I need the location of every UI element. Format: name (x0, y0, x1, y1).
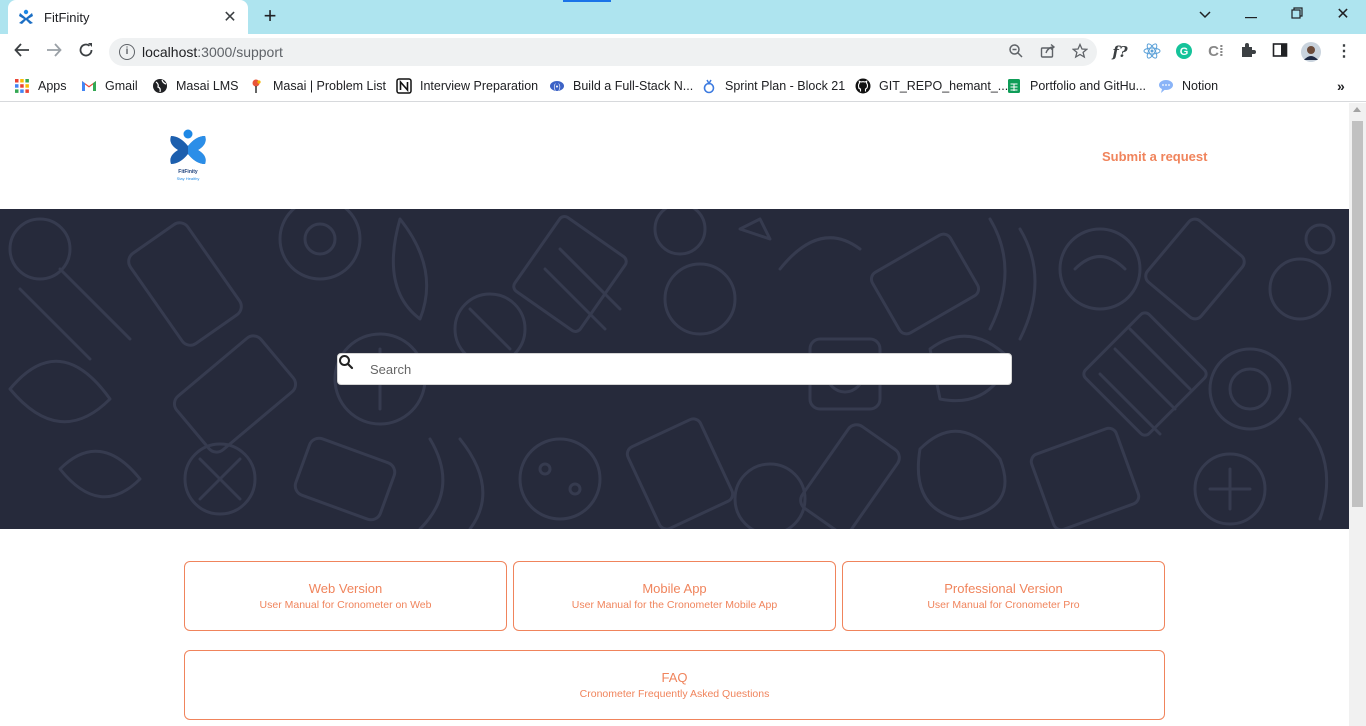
browser-tab-strip: FitFinity ✕ + ✕ (0, 0, 1366, 34)
site-header: FitFinity Stay Healthy Submit a request (0, 103, 1349, 209)
card-faq[interactable]: FAQ Cronometer Frequently Asked Question… (184, 650, 1165, 720)
clipboard-extension-icon[interactable]: C⁞ (1206, 42, 1226, 62)
bookmark-label: Gmail (105, 79, 138, 93)
back-arrow-icon[interactable] (10, 40, 34, 64)
share-icon[interactable] (1039, 43, 1057, 61)
support-page: FitFinity Stay Healthy Submit a request (0, 103, 1349, 726)
bookmark-label: Interview Preparation (420, 79, 539, 93)
fitfinity-favicon-icon (19, 9, 33, 24)
card-subtitle: Cronometer Frequently Asked Questions (579, 688, 770, 700)
bookmark-portfolio[interactable]: Portfolio and GitHu... (1006, 76, 1146, 96)
address-url: localhost:3000/support (142, 44, 283, 60)
zoom-icon[interactable] (1007, 43, 1025, 61)
card-web-version[interactable]: Web Version User Manual for Cronometer o… (184, 561, 507, 631)
bookmark-gmail[interactable]: Gmail (81, 76, 138, 96)
masai-icon (252, 79, 261, 93)
link-icon: (•) (550, 81, 564, 91)
extensions-puzzle-icon[interactable] (1238, 42, 1258, 62)
bookmark-label: GIT_REPO_hemant_... (879, 79, 1009, 93)
formula-extension-icon[interactable]: f? (1110, 42, 1130, 62)
forward-arrow-icon[interactable] (42, 40, 66, 64)
scroll-thumb[interactable] (1352, 121, 1363, 507)
react-devtools-icon[interactable] (1142, 42, 1162, 62)
search-field[interactable] (337, 353, 1012, 385)
browser-menu-kebab-icon[interactable]: ⋮ (1334, 42, 1354, 62)
fitfinity-logo[interactable]: FitFinity Stay Healthy (168, 128, 208, 184)
sprint-icon (703, 79, 715, 94)
restore-window-icon[interactable] (1283, 4, 1311, 26)
bookmark-git-repo[interactable]: GIT_REPO_hemant_... (855, 76, 1008, 96)
bookmark-label: Masai | Problem List (273, 79, 387, 93)
site-info-icon[interactable]: i (119, 44, 135, 60)
minimize-window-icon[interactable] (1237, 4, 1265, 26)
bookmark-label: Portfolio and GitHu... (1030, 79, 1147, 93)
new-tab-plus-icon[interactable]: + (259, 4, 281, 28)
github-icon (855, 78, 871, 94)
grammarly-icon[interactable]: G (1174, 42, 1194, 62)
card-subtitle: User Manual for Cronometer on Web (259, 599, 432, 611)
search-input[interactable] (370, 355, 1000, 383)
apps-grid-icon (15, 79, 29, 93)
card-title: Professional Version (944, 581, 1063, 596)
tab-loading-indicator (563, 0, 611, 2)
tab-close-icon[interactable]: ✕ (222, 7, 238, 27)
bookmark-sprint-plan[interactable]: Sprint Plan - Block 21 (701, 76, 845, 96)
bookmark-label: Sprint Plan - Block 21 (725, 79, 846, 93)
card-mobile-app[interactable]: Mobile App User Manual for the Cronomete… (513, 561, 836, 631)
bookmark-label: Masai LMS (176, 79, 239, 93)
card-professional-version[interactable]: Professional Version User Manual for Cro… (842, 561, 1165, 631)
bookmark-label: Notion (1182, 79, 1219, 93)
reload-icon[interactable] (74, 40, 98, 64)
sheets-icon (1008, 79, 1020, 93)
search-icon (339, 355, 354, 370)
browser-toolbar: i localhost:3000/support f? G C⁞ ⋮ (0, 34, 1366, 70)
submit-request-link[interactable]: Submit a request (1102, 149, 1207, 164)
profile-avatar-icon[interactable] (1301, 42, 1321, 62)
notion-n-icon (396, 78, 412, 94)
bookmarks-bar: Apps Gmail Masai LMS Masai | Problem Lis… (0, 70, 1366, 102)
page-scrollbar[interactable] (1349, 103, 1366, 726)
scroll-up-arrow-icon[interactable] (1353, 107, 1361, 112)
chat-bubble-icon (1159, 80, 1173, 93)
address-bar[interactable]: i localhost:3000/support (109, 38, 1097, 66)
card-title: Mobile App (642, 581, 707, 596)
tab-title: FitFinity (44, 9, 90, 25)
bookmark-notion[interactable]: Notion (1158, 76, 1218, 96)
globe-icon (153, 79, 167, 93)
card-title: FAQ (661, 670, 688, 685)
bookmark-label: Apps (38, 79, 67, 93)
bookmark-apps[interactable]: Apps (14, 76, 67, 96)
card-title: Web Version (308, 581, 383, 596)
bookmark-masai-problem-list[interactable]: Masai | Problem List (249, 76, 386, 96)
bookmark-masai-lms[interactable]: Masai LMS (152, 76, 239, 96)
svg-text:(•): (•) (553, 84, 560, 91)
browser-tab[interactable]: FitFinity ✕ (8, 0, 248, 34)
bookmark-label: Build a Full-Stack N... (573, 79, 694, 93)
fitfinity-logo-mark-icon (170, 129, 206, 164)
side-panel-icon[interactable] (1270, 42, 1290, 62)
tab-search-chevron-icon[interactable] (1191, 4, 1219, 26)
bookmarks-overflow-chevron-icon[interactable]: » (1337, 76, 1345, 96)
card-subtitle: User Manual for Cronometer Pro (927, 599, 1080, 611)
close-window-icon[interactable]: ✕ (1329, 4, 1357, 26)
search-hero (0, 209, 1349, 529)
svg-text:G: G (1180, 46, 1189, 58)
card-subtitle: User Manual for the Cronometer Mobile Ap… (571, 599, 778, 611)
bookmark-star-icon[interactable] (1071, 42, 1089, 61)
bookmark-build-full-stack[interactable]: (•) Build a Full-Stack N... (549, 76, 693, 96)
gmail-icon (82, 81, 96, 91)
logo-tagline: Stay Healthy (176, 176, 200, 181)
bookmark-interview-preparation[interactable]: Interview Preparation (396, 76, 538, 96)
logo-name: FitFinity (178, 169, 198, 175)
